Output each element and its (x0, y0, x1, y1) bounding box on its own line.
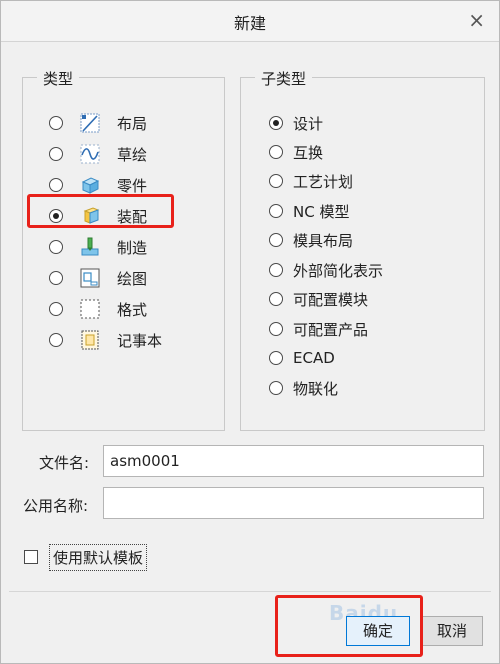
subtype-label: 可配置产品 (293, 320, 369, 339)
type-label-sketch: 草绘 (117, 145, 148, 164)
type-radio-manufacturing[interactable] (49, 240, 63, 254)
subtype-radio[interactable] (269, 145, 283, 159)
ok-button[interactable]: 确定 (346, 616, 410, 646)
close-icon[interactable]: × (468, 9, 485, 31)
subtype-option-mold-layout[interactable]: 模具布局 (269, 228, 353, 252)
type-option-manufacturing[interactable]: 制造 (49, 235, 147, 259)
subtype-radio[interactable] (269, 263, 283, 277)
cancel-button[interactable]: 取消 (421, 616, 483, 646)
subtype-label: 模具布局 (293, 231, 354, 250)
subtype-option-interchange[interactable]: 互换 (269, 140, 323, 164)
subtype-label: 可配置模块 (293, 290, 369, 309)
type-label-part: 零件 (117, 176, 148, 195)
subtype-label: 工艺计划 (293, 172, 354, 191)
use-default-template-checkbox[interactable] (24, 550, 38, 564)
use-default-template-label[interactable]: 使用默认模板 (49, 544, 148, 571)
type-group-legend: 类型 (37, 68, 80, 89)
type-label-assembly: 装配 (117, 207, 148, 226)
subtype-radio[interactable] (269, 322, 283, 336)
type-radio-assembly[interactable] (49, 209, 63, 223)
format-icon (80, 299, 100, 319)
subtype-radio[interactable] (269, 174, 283, 188)
subtype-label: NC 模型 (293, 202, 350, 221)
subtype-radio[interactable] (269, 351, 283, 365)
subtype-option-configurable-product[interactable]: 可配置产品 (269, 317, 368, 341)
filename-label: 文件名: (39, 454, 90, 472)
subtype-label: 互换 (293, 143, 324, 162)
new-dialog: 新建 × 类型 布局 草绘 零件 装配 制造 绘图 格式 记事本 子类型 设计 … (0, 0, 500, 664)
type-radio-notebook[interactable] (49, 333, 63, 347)
type-option-format[interactable]: 格式 (49, 297, 147, 321)
type-radio-layout[interactable] (49, 116, 63, 130)
subtype-option-process-plan[interactable]: 工艺计划 (269, 169, 353, 193)
type-option-assembly[interactable]: 装配 (49, 204, 147, 228)
filename-input[interactable]: asm0001 (103, 445, 484, 477)
assembly-icon (83, 207, 100, 224)
subtype-radio[interactable] (269, 116, 283, 130)
drawing-icon (80, 268, 100, 288)
subtype-option-design[interactable]: 设计 (269, 111, 323, 135)
subtype-label: 设计 (293, 114, 324, 133)
part-icon (81, 177, 100, 194)
type-group: 类型 布局 草绘 零件 装配 制造 绘图 格式 记事本 (22, 68, 225, 431)
type-label-drawing: 绘图 (117, 269, 148, 288)
sketch-icon (80, 144, 100, 164)
subtype-option-ecad[interactable]: ECAD (269, 346, 335, 370)
common-name-input[interactable] (103, 487, 484, 519)
type-radio-format[interactable] (49, 302, 63, 316)
subtype-option-configurable-module[interactable]: 可配置模块 (269, 287, 368, 311)
type-label-format: 格式 (117, 300, 148, 319)
subtype-option-nc-model[interactable]: NC 模型 (269, 199, 349, 223)
notebook-icon (81, 330, 99, 350)
type-radio-drawing[interactable] (49, 271, 63, 285)
type-label-layout: 布局 (117, 114, 148, 133)
type-option-sketch[interactable]: 草绘 (49, 142, 147, 166)
dialog-title: 新建 (233, 14, 266, 33)
subtype-label: 物联化 (293, 379, 339, 398)
subtype-group: 子类型 设计 互换 工艺计划 NC 模型 模具布局 外部简化表示 可配置模块 可… (240, 68, 485, 431)
type-radio-part[interactable] (49, 178, 63, 192)
subtype-radio[interactable] (269, 204, 283, 218)
layout-icon (80, 113, 100, 133)
type-option-notebook[interactable]: 记事本 (49, 328, 162, 352)
common-name-label: 公用名称: (23, 497, 89, 515)
manufacturing-icon (81, 237, 99, 256)
type-option-part[interactable]: 零件 (49, 173, 147, 197)
subtype-radio[interactable] (269, 233, 283, 247)
subtype-label: 外部简化表示 (293, 261, 384, 280)
subtype-option-external-simplified-rep[interactable]: 外部简化表示 (269, 258, 383, 282)
subtype-option-iot[interactable]: 物联化 (269, 376, 338, 400)
type-radio-sketch[interactable] (49, 147, 63, 161)
type-option-layout[interactable]: 布局 (49, 111, 147, 135)
button-separator (9, 591, 491, 592)
type-label-manufacturing: 制造 (117, 238, 148, 257)
type-option-drawing[interactable]: 绘图 (49, 266, 147, 290)
subtype-group-legend: 子类型 (255, 68, 313, 89)
type-label-notebook: 记事本 (117, 331, 163, 350)
subtype-label: ECAD (293, 349, 335, 367)
subtype-radio[interactable] (269, 292, 283, 306)
subtype-radio[interactable] (269, 381, 283, 395)
title-bar: 新建 × (1, 1, 499, 42)
